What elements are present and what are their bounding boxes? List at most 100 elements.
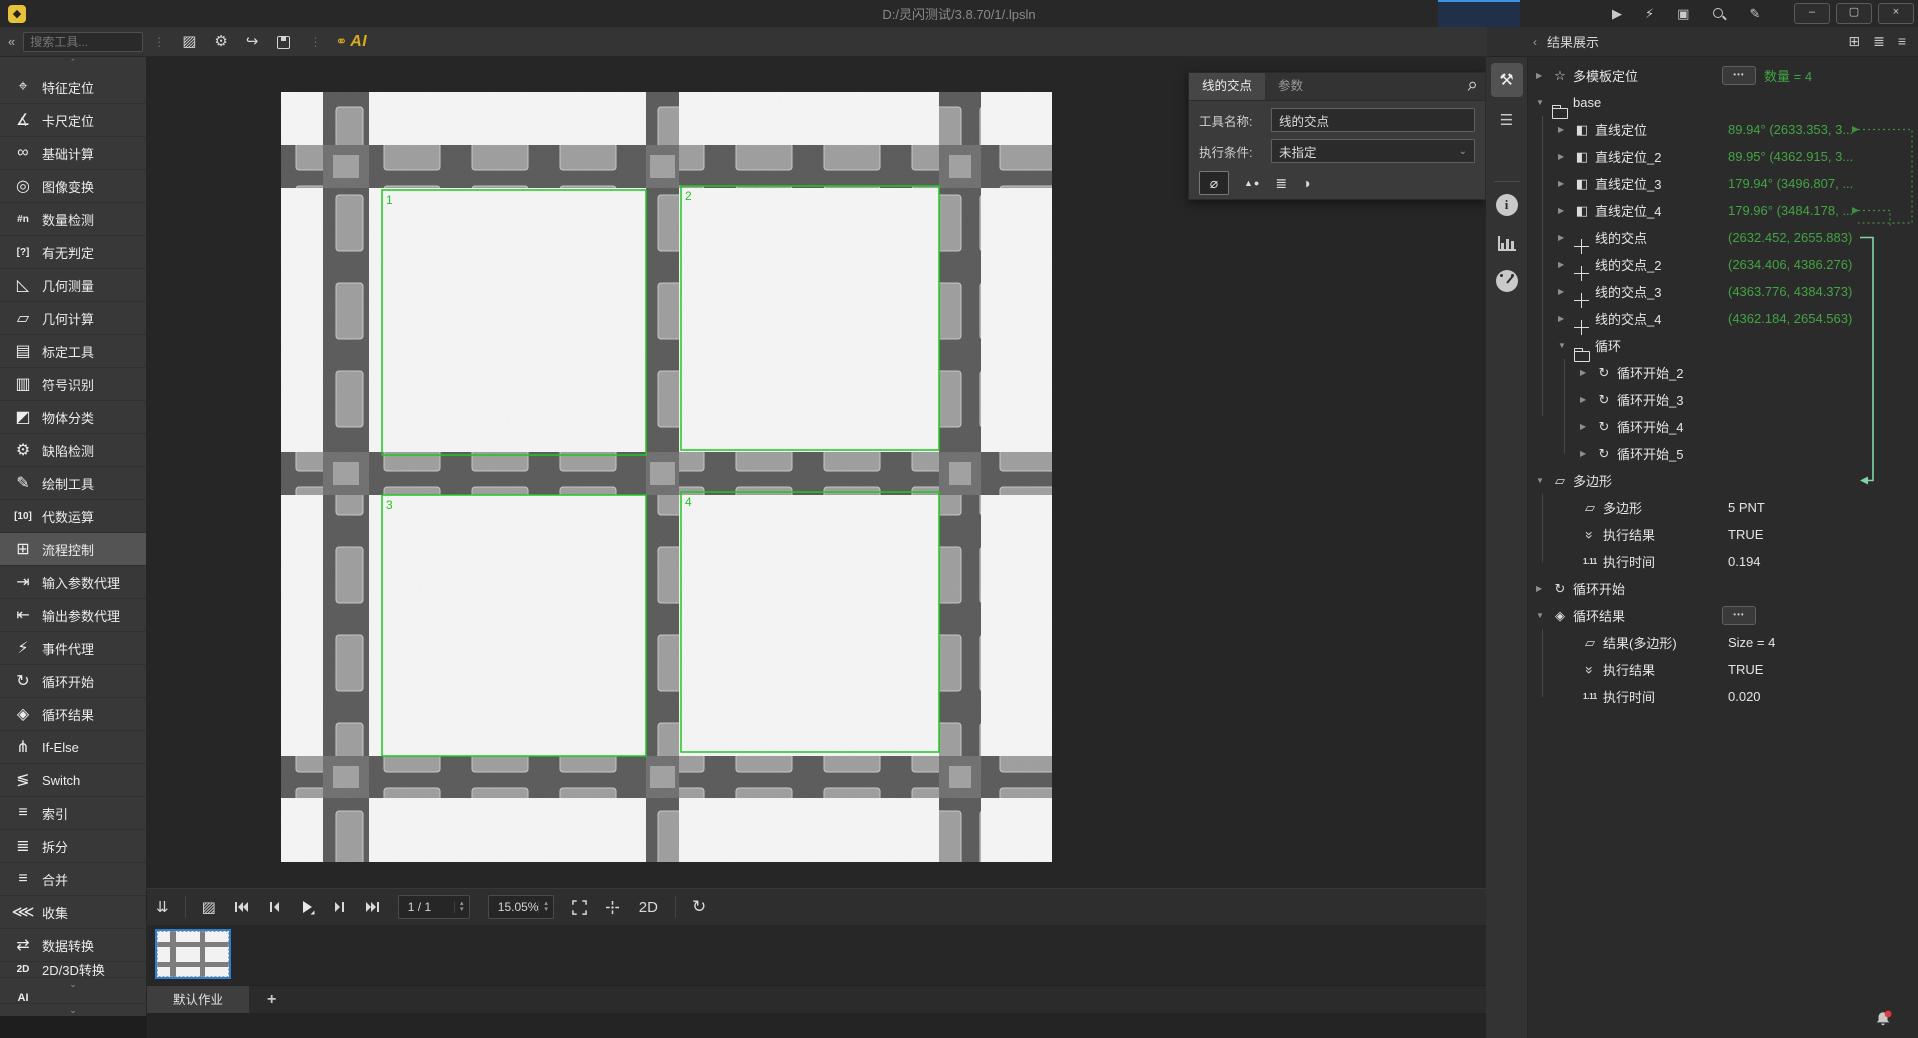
- chevron-right-icon[interactable]: ▶: [1558, 206, 1572, 215]
- chevron-right-icon[interactable]: ▶: [1580, 449, 1594, 458]
- eye-off-icon[interactable]: ⌀: [1199, 171, 1229, 195]
- tree-row[interactable]: ▶ ◧ 直线定位_3 179.94° (3496.807, ...: [1528, 170, 1918, 197]
- close-button[interactable]: ×: [1878, 3, 1914, 24]
- tool-search-input[interactable]: [23, 32, 143, 52]
- fit-view-icon[interactable]: [572, 900, 587, 915]
- spinner-arrows-icon[interactable]: ▴▾: [538, 901, 552, 913]
- chevron-right-icon[interactable]: ▶: [1558, 179, 1572, 188]
- notification-bell-icon[interactable]: [1874, 1010, 1892, 1031]
- tree-row[interactable]: ▶ 线的交点_3 (4363.776, 4384.373): [1528, 278, 1918, 305]
- image-viewer[interactable]: 1 2 3 4 线的交点 参数 ⚲ 工具名称: 执行条件: 未指定 ⌄ ⌀ ▲●…: [147, 57, 1486, 1038]
- chevron-down-icon[interactable]: ▼: [1536, 98, 1550, 107]
- export-icon[interactable]: ↪: [246, 28, 259, 56]
- mode-tab[interactable]: [1356, 0, 1438, 27]
- sidebar-item[interactable]: ≡ 索引: [0, 797, 146, 830]
- chevron-right-icon[interactable]: ▶: [1558, 125, 1572, 134]
- sidebar-item[interactable]: ≣ 拆分: [0, 830, 146, 863]
- tree-row[interactable]: ▼ ◈ 循环结果 •••: [1528, 602, 1918, 629]
- chevron-down-icon[interactable]: ▼: [1536, 611, 1550, 620]
- chevron-right-icon[interactable]: ▶: [1580, 368, 1594, 377]
- tree-row[interactable]: ▶ 线的交点_4 (4362.184, 2654.563): [1528, 305, 1918, 332]
- sidebar-item[interactable]: [?] 有无判定: [0, 236, 146, 269]
- job-tab-default[interactable]: 默认作业: [147, 986, 249, 1014]
- tree-row[interactable]: ▶ ☆ 多模板定位 ••• 数量 = 4: [1528, 62, 1918, 89]
- save-icon[interactable]: [276, 35, 290, 49]
- next-frame-icon[interactable]: [333, 900, 347, 914]
- device-connect-icon[interactable]: ▣: [1677, 6, 1689, 22]
- sidebar-item[interactable]: ⊞ 流程控制: [0, 533, 146, 566]
- chevron-right-icon[interactable]: ▶: [1536, 584, 1550, 593]
- prev-frame-icon[interactable]: [267, 900, 281, 914]
- chevron-right-icon[interactable]: ▶: [1558, 152, 1572, 161]
- maximize-button[interactable]: ▢: [1836, 3, 1872, 24]
- loop-playback-icon[interactable]: ↻: [692, 897, 706, 917]
- sidebar-item[interactable]: ◺ 几何测量: [0, 269, 146, 302]
- image-list-icon[interactable]: ▨: [202, 898, 216, 916]
- sidebar-item[interactable]: ∞ 基础计算: [0, 137, 146, 170]
- settings-gear-icon[interactable]: ⚙: [214, 28, 227, 56]
- chevron-right-icon[interactable]: ▶: [1536, 71, 1550, 80]
- more-icon[interactable]: •••: [1722, 66, 1756, 85]
- sidebar-item[interactable]: ◎ 图像变换: [0, 170, 146, 203]
- histogram-icon[interactable]: [1491, 228, 1523, 258]
- search-icon[interactable]: [1712, 7, 1726, 21]
- menu-hamburger-icon[interactable]: ≡: [1898, 33, 1906, 50]
- tree-row[interactable]: ▶ 线的交点 (2632.452, 2655.883): [1528, 224, 1918, 251]
- tree-row[interactable]: ▶ 线的交点_2 (2634.406, 4386.276): [1528, 251, 1918, 278]
- param-tab-params[interactable]: 参数: [1265, 73, 1316, 100]
- sidebar-item[interactable]: ↻ 循环开始: [0, 665, 146, 698]
- chevron-right-icon[interactable]: ▶: [1558, 287, 1572, 296]
- sidebar-item[interactable]: ▥ 符号识别: [0, 368, 146, 401]
- exec-condition-select[interactable]: 未指定 ⌄: [1271, 139, 1475, 163]
- param-tab-intersection[interactable]: 线的交点: [1189, 73, 1265, 100]
- sidebar-item[interactable]: ▤ 标定工具: [0, 335, 146, 368]
- sidebar-item[interactable]: ∡ 卡尺定位: [0, 104, 146, 137]
- tree-row[interactable]: ▼ base: [1528, 89, 1918, 116]
- chevron-right-icon[interactable]: ▶: [1558, 314, 1572, 323]
- info-icon[interactable]: i: [1491, 190, 1523, 220]
- tree-row[interactable]: ▶ ◧ 直线定位_4 179.96° (3484.178, ...: [1528, 197, 1918, 224]
- center-crosshair-icon[interactable]: [605, 900, 620, 915]
- tree-row[interactable]: ▶ ↻ 循环开始_4: [1528, 413, 1918, 440]
- sidebar-item[interactable]: ◈ 循环结果: [0, 698, 146, 731]
- run-play-icon[interactable]: ▶: [1612, 6, 1622, 22]
- sidebar-scroll-down-icon[interactable]: ⌄: [0, 978, 146, 992]
- sidebar-scroll-down-icon[interactable]: ⌄: [0, 1004, 146, 1016]
- chevron-right-icon[interactable]: ▶: [1580, 422, 1594, 431]
- frame-spinner[interactable]: 1 / 1 ▴▾: [398, 895, 470, 919]
- list-icon[interactable]: ≣: [1275, 175, 1287, 192]
- collapse-results-icon[interactable]: ‹: [1533, 35, 1537, 49]
- palette-icon[interactable]: ◑: [1302, 175, 1310, 191]
- pen-disabled-icon[interactable]: ✎: [1749, 6, 1760, 22]
- pin-icon[interactable]: ⚲: [1460, 73, 1484, 99]
- chevron-down-icon[interactable]: ▼: [1558, 341, 1572, 350]
- tree-row[interactable]: ▼ 循环: [1528, 332, 1918, 359]
- play-button[interactable]: [299, 899, 315, 915]
- sidebar-scroll-up-icon[interactable]: ˆ: [0, 57, 146, 71]
- image-source-icon[interactable]: ▨: [182, 28, 196, 56]
- tree-row[interactable]: ▶ ↻ 循环开始_5: [1528, 440, 1918, 467]
- sidebar-item[interactable]: ⇤ 输出参数代理: [0, 599, 146, 632]
- minimize-button[interactable]: –: [1794, 3, 1830, 24]
- sidebar-item[interactable]: [10] 代数运算: [0, 500, 146, 533]
- ai-tools-button[interactable]: ⚭ AI: [335, 33, 367, 51]
- chevron-right-icon[interactable]: ▶: [1580, 395, 1594, 404]
- collapse-sidebar-icon[interactable]: «: [8, 34, 15, 49]
- tree-row[interactable]: 1.11 执行时间 0.020: [1528, 683, 1918, 710]
- tree-row[interactable]: » 执行结果 TRUE: [1528, 521, 1918, 548]
- gauge-icon[interactable]: [1491, 266, 1523, 296]
- tree-row[interactable]: ▶ ◧ 直线定位_2 89.95° (4362.915, 3...: [1528, 143, 1918, 170]
- tree-row[interactable]: ▼ ▱ 多边形: [1528, 467, 1918, 494]
- tree-row[interactable]: ▱ 多边形 5 PNT: [1528, 494, 1918, 521]
- sidebar-item[interactable]: 2D 2D/3D转换: [0, 962, 146, 978]
- sliders-icon[interactable]: ☰: [1491, 105, 1523, 135]
- sidebar-item[interactable]: ≶ Switch: [0, 764, 146, 797]
- chevron-right-icon[interactable]: ▶: [1558, 260, 1572, 269]
- image-thumbnail[interactable]: [155, 929, 231, 979]
- sidebar-item[interactable]: ⋔ If-Else: [0, 731, 146, 764]
- sidebar-item[interactable]: ⇄ 数据转换: [0, 929, 146, 962]
- sidebar-item[interactable]: ≡ 合并: [0, 863, 146, 896]
- flash-run-icon[interactable]: ⚡: [1645, 6, 1654, 22]
- tool-name-input[interactable]: [1271, 108, 1475, 132]
- collapse-playbar-icon[interactable]: ⇊: [156, 898, 169, 916]
